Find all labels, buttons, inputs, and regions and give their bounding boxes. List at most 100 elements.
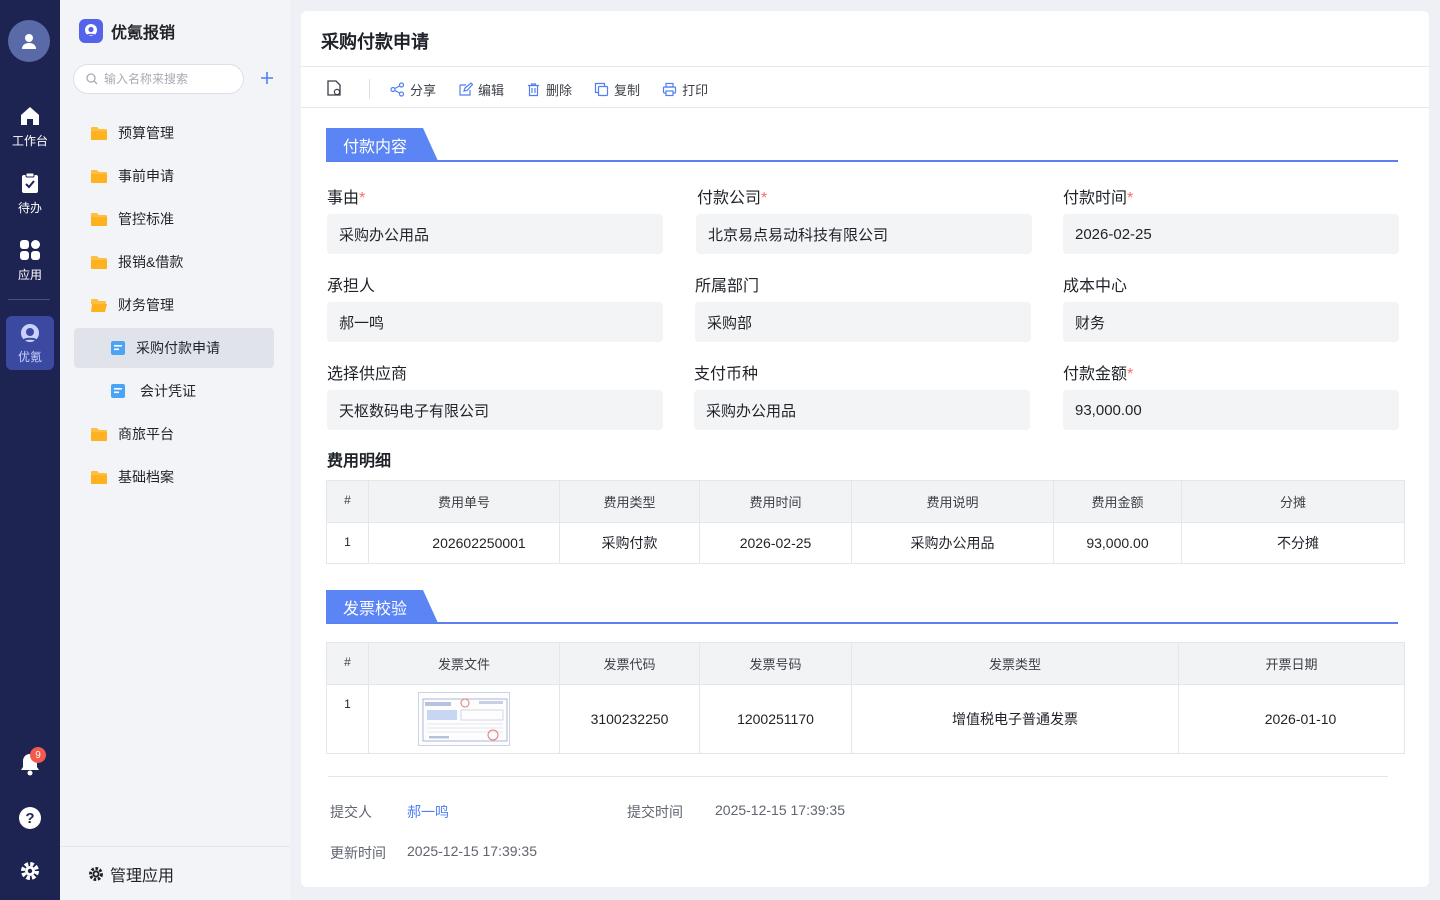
field-payer-company[interactable]: 北京易点易动科技有限公司	[696, 214, 1032, 254]
field-supplier[interactable]: 天枢数码电子有限公司	[327, 390, 663, 430]
field-reason[interactable]: 采购办公用品	[327, 214, 663, 254]
field-payment-date[interactable]: 2026-02-25	[1063, 214, 1399, 254]
help-button[interactable]: ?	[0, 806, 60, 830]
column-header: #	[326, 642, 369, 685]
folder-icon	[91, 170, 107, 183]
column-header: 发票文件	[368, 642, 560, 685]
brand-logo-icon	[79, 19, 103, 43]
title-divider	[301, 66, 1429, 67]
copy-label: 复制	[614, 82, 641, 98]
share-button[interactable]: 分享	[390, 80, 436, 99]
settings-button[interactable]	[0, 860, 60, 882]
sidebar-item-budget[interactable]: 预算管理	[74, 113, 274, 153]
section-invoice-check: 发票校验	[326, 590, 1398, 624]
submit-time-label: 提交时间	[627, 804, 683, 820]
field-department[interactable]: 采购部	[695, 302, 1031, 342]
field-reason-label: 事由*	[327, 190, 366, 207]
table-cell: 1	[326, 684, 369, 754]
sidebar-divider	[60, 846, 290, 847]
rail-item-label: 工作台	[11, 134, 48, 148]
column-header: 发票代码	[559, 642, 700, 685]
table-row[interactable]: 1 3100232250 1200251170 增值税电子普通发票 2026-0…	[326, 684, 1405, 754]
search-input[interactable]	[104, 72, 234, 86]
edit-icon	[459, 81, 474, 96]
invoice-table: # 发票文件 发票代码 发票号码 发票类型 开票日期 1 3100232250 …	[326, 642, 1405, 754]
field-cost-center-label: 成本中心	[1063, 278, 1128, 295]
rail-item-todo[interactable]: 待办	[0, 171, 60, 216]
column-header: 开票日期	[1178, 642, 1405, 685]
apps-grid-icon	[20, 240, 40, 260]
folder-icon	[91, 127, 107, 140]
table-cell: 2026-02-25	[699, 522, 852, 564]
table-cell	[368, 684, 560, 754]
sidebar-item-label: 采购付款申请	[136, 340, 220, 356]
column-header: 费用单号	[368, 480, 560, 523]
add-button[interactable]	[257, 68, 277, 90]
sidebar-item-control-standard[interactable]: 管控标准	[74, 199, 274, 239]
sidebar-item-pre-application[interactable]: 事前申请	[74, 156, 274, 196]
rail-item-label: 待办	[17, 201, 42, 215]
youke-logo-icon	[21, 324, 39, 342]
folder-icon	[91, 213, 107, 226]
folder-icon	[91, 256, 107, 269]
expense-detail-title: 费用明细	[327, 453, 392, 470]
delete-button[interactable]: 删除	[526, 80, 572, 99]
sidebar-item-finance[interactable]: 财务管理	[74, 285, 274, 325]
submitter-label: 提交人	[330, 804, 372, 820]
rail-item-youke[interactable]: 优氪	[6, 316, 54, 370]
copy-icon	[594, 82, 609, 96]
column-header: 费用时间	[699, 480, 852, 523]
print-button[interactable]: 打印	[662, 80, 708, 99]
manage-apps-button[interactable]: 管理应用	[88, 862, 174, 886]
column-header: #	[326, 480, 369, 523]
copy-button[interactable]: 复制	[594, 80, 640, 99]
section-title: 发票校验	[326, 590, 438, 623]
table-row[interactable]: 1 202602250001 采购付款 2026-02-25 采购办公用品 93…	[326, 522, 1405, 564]
field-payer-company-label: 付款公司*	[697, 190, 768, 207]
detail-card: 采购付款申请 分享 编辑 删除 复制 打印 付款内容 事由* 采购办公用品 付款…	[301, 11, 1429, 887]
toolbar-divider	[369, 79, 370, 99]
table-cell: 93,000.00	[1053, 522, 1182, 564]
sidebar-item-reimbursement[interactable]: 报销&借款	[74, 242, 274, 282]
sidebar-item-accounting-voucher[interactable]: 会计凭证	[74, 371, 274, 411]
svg-text:?: ?	[25, 810, 34, 827]
edit-button[interactable]: 编辑	[458, 80, 504, 99]
document-view-button[interactable]	[325, 79, 343, 100]
rail-item-workbench[interactable]: 工作台	[0, 104, 60, 149]
section-title: 付款内容	[326, 128, 438, 161]
sidebar-item-travel[interactable]: 商旅平台	[74, 414, 274, 454]
app-rail: 工作台 待办 应用 优氪 9 ?	[0, 0, 60, 900]
field-currency[interactable]: 采购办公用品	[694, 390, 1030, 430]
print-label: 打印	[682, 82, 709, 98]
user-avatar[interactable]	[8, 20, 50, 62]
rail-item-label: 优氪	[17, 350, 42, 364]
rail-divider	[8, 299, 50, 300]
folder-icon	[91, 471, 107, 484]
column-header: 发票类型	[851, 642, 1179, 685]
field-amount-label: 付款金额*	[1063, 366, 1134, 383]
edit-label: 编辑	[478, 82, 505, 98]
plus-icon	[261, 72, 273, 84]
invoice-thumbnail[interactable]	[418, 692, 510, 746]
sidebar-item-label: 会计凭证	[140, 383, 196, 399]
sidebar-item-label: 报销&借款	[118, 254, 184, 270]
submitter-link[interactable]: 郝一鸣	[407, 802, 449, 822]
column-header: 费用金额	[1053, 480, 1182, 523]
field-amount[interactable]: 93,000.00	[1063, 390, 1399, 430]
table-cell: 1	[326, 522, 369, 564]
sidebar-item-purchase-payment[interactable]: 采购付款申请	[74, 328, 274, 368]
sidebar-item-label: 财务管理	[118, 297, 174, 313]
section-payment-content: 付款内容	[326, 128, 1398, 162]
field-bearer[interactable]: 郝一鸣	[327, 302, 663, 342]
folder-open-icon	[91, 299, 107, 312]
search-box	[73, 64, 244, 94]
table-cell: 采购办公用品	[851, 522, 1054, 564]
update-time-label: 更新时间	[330, 845, 386, 861]
search-icon	[86, 73, 98, 85]
table-cell: 2026-01-10	[1178, 684, 1405, 754]
sidebar-item-basic-archive[interactable]: 基础档案	[74, 457, 274, 497]
rail-item-apps[interactable]: 应用	[0, 238, 60, 283]
field-cost-center[interactable]: 财务	[1063, 302, 1399, 342]
sidebar-item-label: 事前申请	[118, 168, 174, 184]
submit-time-value: 2025-12-15 17:39:35	[715, 802, 845, 818]
